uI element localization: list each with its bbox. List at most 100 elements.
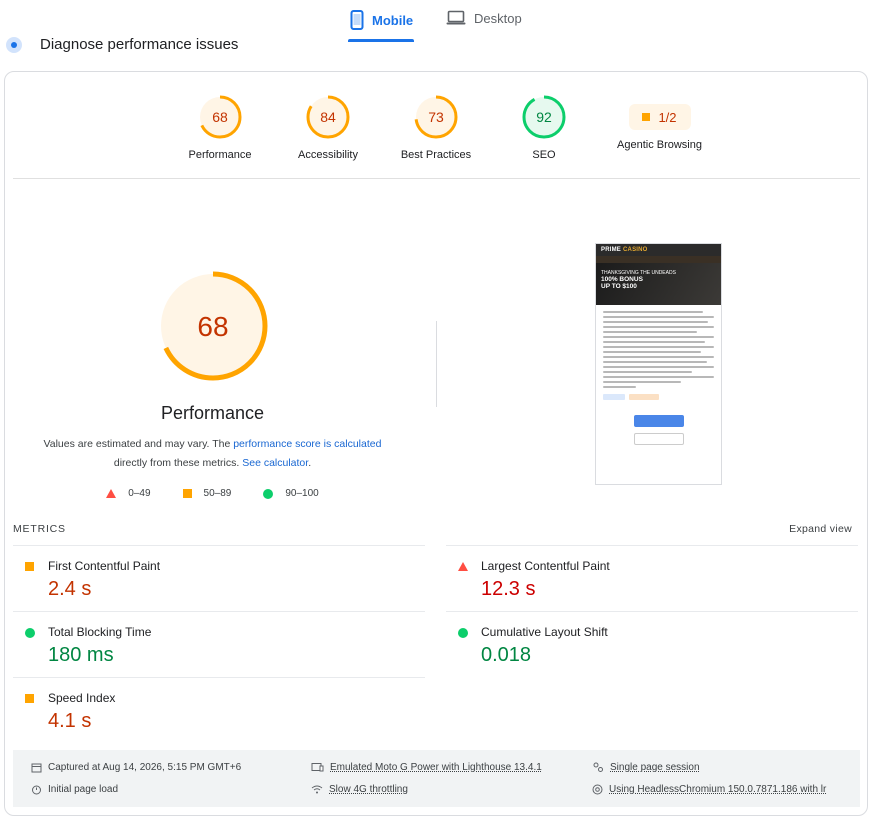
thumb-brand-suffix: CASINO (623, 247, 648, 253)
report-card: 68 Performance 84 Accessibility 73 Best … (4, 71, 868, 816)
legend-average-label: 50–89 (203, 488, 232, 499)
browser-text: Using HeadlessChromium 150.0.7871.186 wi… (609, 784, 827, 795)
expand-view-toggle[interactable]: Expand view (789, 523, 852, 535)
gauge-ring: 68 (198, 95, 242, 139)
gauge-label: Best Practices (400, 149, 472, 161)
calendar-icon (31, 763, 42, 773)
metric-total-blocking-time: Total Blocking Time 180 ms (13, 611, 425, 677)
thumb-nav (596, 256, 721, 263)
tab-desktop[interactable]: Desktop (446, 10, 522, 26)
performance-description: Values are estimated and may vary. The p… (35, 435, 390, 473)
active-tab-indicator (348, 39, 414, 42)
timer-icon (32, 785, 41, 795)
tab-mobile[interactable]: Mobile (350, 10, 413, 30)
tab-mobile-label: Mobile (372, 12, 414, 28)
section-header: Diagnose performance issues (6, 36, 238, 53)
mobile-phone-icon (350, 10, 364, 30)
performance-big-gauge: 68 (158, 271, 268, 381)
gauge-label: Accessibility (298, 149, 358, 161)
gauge-accessibility[interactable]: 84 Accessibility (273, 94, 383, 161)
score-legend: 0–49 50–89 90–100 (5, 488, 420, 499)
gauge-ring: 73 (414, 95, 458, 139)
wifi-icon (311, 785, 323, 794)
thumb-manage-button (633, 433, 684, 445)
metric-first-contentful-paint: First Contentful Paint 2.4 s (13, 545, 425, 611)
metric-value: 2.4 s (48, 578, 92, 600)
metric-name: First Contentful Paint (48, 559, 161, 573)
gauge-label: Performance (188, 149, 252, 161)
performance-big-score: 68 (197, 311, 228, 342)
metric-name: Largest Contentful Paint (481, 559, 610, 573)
footer-throttling[interactable]: Slow 4G throttling (311, 784, 408, 795)
performance-score-link[interactable]: performance score is calculated (233, 438, 381, 450)
metric-value: 12.3 s (481, 578, 536, 600)
thumb-toggles (596, 391, 721, 403)
agentic-score: 1/2 (658, 109, 677, 125)
devices-icon (311, 763, 324, 772)
throttling-text: Slow 4G throttling (329, 784, 408, 795)
pass-circle-icon (25, 628, 35, 638)
pass-circle-icon (458, 628, 468, 638)
metrics-title: METRICS (13, 523, 66, 535)
metric-value: 0.018 (481, 644, 532, 666)
gauge-best-practices[interactable]: 73 Best Practices (381, 94, 491, 161)
legend-average: 50–89 (182, 488, 232, 499)
runtime-settings-footer: Captured at Aug 14, 2026, 5:15 PM GMT+6 … (13, 750, 860, 807)
people-icon (593, 762, 603, 772)
thumb-brand: PRIME (601, 247, 622, 253)
gauge-score: 73 (428, 109, 444, 125)
fail-triangle-icon (106, 489, 117, 498)
gauge-score: 92 (536, 109, 552, 125)
thumb-header: PRIME CASINO (596, 244, 721, 256)
category-gauges: 68 Performance 84 Accessibility 73 Best … (5, 94, 869, 184)
metric-speed-index: Speed Index 4.1 s (13, 677, 425, 743)
metric-value: 180 ms (48, 644, 114, 666)
average-square-icon (642, 113, 651, 121)
desc-text-2: directly from these metrics. (113, 457, 243, 469)
gauge-score: 68 (212, 109, 228, 125)
legend-pass-label: 90–100 (285, 488, 319, 499)
fail-triangle-icon (458, 562, 468, 571)
gauge-label: Agentic Browsing (617, 139, 702, 151)
initial-load-text: Initial page load (48, 784, 119, 795)
section-title: Diagnose performance issues (40, 36, 239, 53)
average-square-icon (182, 489, 192, 498)
metric-value: 4.1 s (48, 710, 92, 732)
performance-big-label: Performance (160, 403, 265, 423)
legend-pass: 90–100 (263, 488, 319, 499)
thumb-banner-big-2: UP TO $100 (601, 283, 637, 290)
thumb-allow-button (633, 415, 684, 427)
footer-browser[interactable]: Using HeadlessChromium 150.0.7871.186 wi… (592, 784, 842, 795)
thumb-consent-text (596, 305, 721, 388)
thumb-banner: THANKSGIVING THE UNDEADS 100% BONUS UP T… (596, 263, 721, 305)
see-calculator-link[interactable]: See calculator (242, 457, 308, 469)
footer-captured: Captured at Aug 14, 2026, 5:15 PM GMT+6 (31, 762, 241, 773)
emulated-text: Emulated Moto G Power with Lighthouse 13… (330, 762, 542, 773)
metric-name: Cumulative Layout Shift (481, 625, 608, 639)
gauge-agentic-browsing[interactable]: 1/2 Agentic Browsing (597, 94, 722, 151)
chromium-icon (592, 784, 603, 795)
metric-cumulative-layout-shift: Cumulative Layout Shift 0.018 (446, 611, 858, 677)
captured-text: Captured at Aug 14, 2026, 5:15 PM GMT+6 (48, 762, 242, 773)
footer-session[interactable]: Single page session (592, 762, 700, 773)
tab-desktop-label: Desktop (474, 10, 522, 26)
laptop-icon (446, 10, 466, 25)
final-screenshot-thumbnail[interactable]: PRIME CASINO THANKSGIVING THE UNDEADS 100… (595, 243, 722, 485)
gauge-seo[interactable]: 92 SEO (489, 94, 599, 161)
gauge-label: SEO (532, 149, 556, 161)
thumb-banner-big-1: 100% BONUS (601, 276, 643, 283)
gauge-score: 84 (320, 109, 336, 125)
average-square-icon (25, 562, 34, 571)
vertical-divider (436, 321, 437, 407)
session-text: Single page session (610, 762, 700, 773)
gauge-performance[interactable]: 68 Performance (165, 94, 275, 161)
average-square-icon (25, 694, 34, 703)
pass-circle-icon (263, 488, 274, 499)
divider (13, 178, 860, 179)
desc-text-3: . (308, 457, 312, 469)
metric-largest-contentful-paint: Largest Contentful Paint 12.3 s (446, 545, 858, 611)
metric-name: Speed Index (48, 691, 116, 705)
footer-emulated[interactable]: Emulated Moto G Power with Lighthouse 13… (311, 762, 542, 773)
desc-text-1: Values are estimated and may vary. The (43, 438, 234, 450)
metric-name: Total Blocking Time (48, 625, 152, 639)
